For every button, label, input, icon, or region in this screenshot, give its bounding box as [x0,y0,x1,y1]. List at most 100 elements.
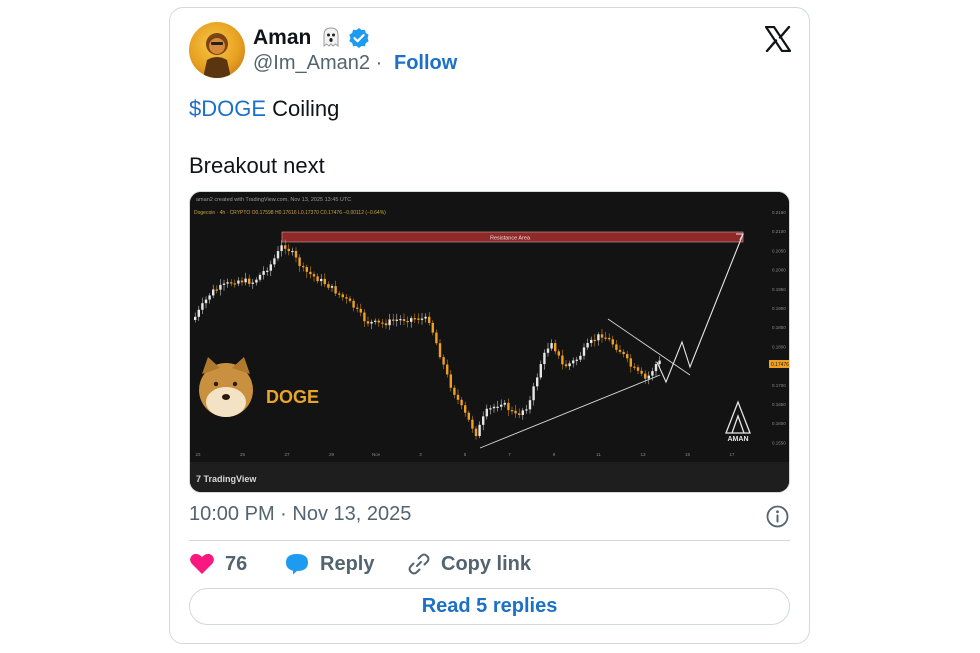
candle-body [514,410,517,414]
candle-body [554,343,557,352]
candle-body [593,339,596,342]
x-tick-label: 13 [640,452,646,457]
x-tick-label: 11 [596,452,601,457]
follow-button[interactable]: Follow [394,52,457,75]
chart-svg: aman2 created with TradingView.com, Nov … [190,192,789,492]
doge-label: DOGE [266,387,319,407]
candle-body [521,410,524,415]
avatar[interactable] [189,22,245,78]
candle-body [478,424,481,437]
doge-face-icon [199,357,253,417]
candle-body [492,406,496,409]
candle-body [323,278,326,285]
candle-body [356,307,359,309]
y-tick-label: 0.1600 [772,421,786,426]
candle-body [312,274,316,277]
candle-body [316,276,319,282]
handle-text: @Im_Aman2 [253,52,371,74]
cashtag-link[interactable]: $DOGE [189,96,266,121]
tweet-timestamp[interactable]: 10:00 PM · Nov 13, 2025 [189,503,411,526]
author-handle[interactable]: @Im_Aman2 · [253,52,382,75]
candle-body [294,250,298,258]
x-tick-label: 23 [195,452,201,457]
candle-body [334,286,337,294]
candle-body [636,367,640,371]
candle-body [518,413,521,415]
candle-body [615,344,618,350]
current-price-label: 0.17476 [771,362,789,368]
candle-body [201,303,204,310]
candle-body [237,280,240,284]
info-icon[interactable] [766,505,789,528]
candle-body [561,355,564,365]
candle-body [446,364,449,375]
candle-body [424,316,427,319]
candle-body [644,373,647,379]
candle-body [431,322,434,333]
chart-image[interactable]: aman2 created with TradingView.com, Nov … [189,191,790,493]
candle-body [233,283,236,285]
chart-header-text: aman2 created with TradingView.com, Nov … [196,197,351,203]
x-logo-icon[interactable] [765,26,791,52]
candle-body [266,270,269,272]
candle-body [496,406,499,408]
candle-body [525,409,528,411]
candle-body [449,374,452,388]
candle-body [381,322,384,324]
y-tick-label: 0.2100 [772,229,786,234]
candle-body [564,364,568,367]
candle-body [413,318,416,320]
candle-body [251,282,254,284]
candle-body [248,278,251,284]
link-icon [408,553,430,575]
candle-body [456,394,460,400]
y-tick-label: 0.2150 [772,210,786,215]
candle-body [590,339,593,343]
candle-body [359,308,362,313]
like-button[interactable]: 76 [189,552,247,576]
candle-body [633,366,636,368]
candle-body [453,387,456,395]
candle-body [377,320,380,323]
candle-body [582,347,586,356]
candle-body [255,279,258,283]
candle-body [341,294,344,298]
resistance-area-label: Resistance Area [490,236,531,242]
verified-badge-icon [349,28,369,48]
reply-button[interactable]: Reply [284,552,374,576]
candle-body [654,364,658,372]
candle-body [204,299,208,304]
candle-body [406,320,409,323]
candle-body [269,264,272,271]
candle-body [370,321,373,324]
candle-body [305,267,308,272]
candle-body [507,402,510,411]
candle-body [420,318,424,320]
chart-symbol-line: Dogecoin · 4h · CRYPTO O0.17598 H0.17616… [194,210,386,216]
candle-body [510,410,514,412]
candle-body [302,266,305,268]
copy-link-label: Copy link [441,552,532,575]
candle-body [298,257,301,267]
read-replies-button[interactable]: Read 5 replies [189,588,790,625]
candle-body [276,251,280,259]
candle-body [626,354,629,359]
candle-body [647,375,650,379]
x-tick-label: 15 [685,452,691,457]
candle-body [428,316,431,323]
author-name[interactable]: Aman [253,26,311,50]
candle-body [309,271,312,275]
copy-link-button[interactable]: Copy link [407,552,531,576]
candle-body [622,351,625,355]
x-tick-label: 25 [240,452,246,457]
candle-body [208,295,211,300]
candle-body [460,399,463,406]
candle-body [471,419,474,429]
candle-body [557,351,560,356]
candle-body [240,280,244,283]
candle-body [500,404,503,407]
candle-body [402,319,406,321]
tweet-text: $DOGE Coiling Breakout next [189,94,339,180]
y-tick-label: 0.1550 [772,440,786,445]
candle-body [438,343,442,358]
